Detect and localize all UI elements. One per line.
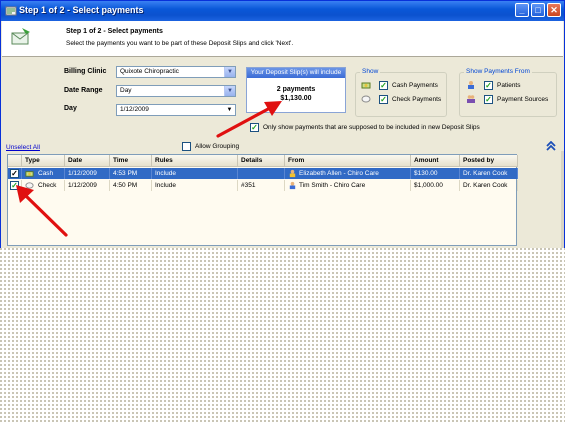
column-header-details[interactable]: Details <box>238 155 285 167</box>
show-group-title: Show <box>360 68 381 75</box>
only-show-new-label: Only show payments that are supposed to … <box>263 124 480 131</box>
day-value: 1/12/2009 <box>120 106 149 113</box>
row-amount: $1,000.00 <box>411 180 460 191</box>
column-header-time[interactable]: Time <box>110 155 152 167</box>
payment-source-icon <box>467 95 475 103</box>
row-time: 4:53 PM <box>110 168 152 179</box>
column-header-posted-by[interactable]: Posted by <box>460 155 518 167</box>
column-header-type[interactable]: Type <box>22 155 65 167</box>
payment-count: 2 payments <box>276 86 316 93</box>
envelope-icon <box>11 28 30 45</box>
patient-icon <box>468 81 474 89</box>
patients-checkbox[interactable]: ✓ <box>484 81 493 90</box>
row-from: Elizabeth Allen - Chiro Care <box>299 170 379 177</box>
column-header-rules[interactable]: Rules <box>152 155 238 167</box>
row-details: #351 <box>238 180 285 191</box>
annotation-arrow-checkbox <box>16 185 68 237</box>
row-rules: Include <box>152 180 238 191</box>
date-range-label: Date Range <box>64 87 103 94</box>
title-bar[interactable]: Step 1 of 2 - Select payments _ □ ✕ <box>1 1 564 21</box>
day-label: Day <box>64 105 77 112</box>
step-instructions: Select the payments you want to be part … <box>66 40 294 47</box>
date-range-value: Day <box>120 87 132 94</box>
close-button[interactable]: ✕ <box>547 3 561 17</box>
cash-icon <box>361 82 371 89</box>
cash-payments-label: Cash Payments <box>392 82 438 89</box>
row-select-checkbox[interactable]: ✓ <box>10 169 19 178</box>
payments-grid: Type Date Time Rules Details From Amount… <box>7 154 518 246</box>
deposit-slip-header: Your Deposit Slip(s) will include <box>247 68 345 78</box>
window-title: Step 1 of 2 - Select payments <box>19 5 144 15</box>
right-edge-strip <box>561 151 564 249</box>
show-from-group-title: Show Payments From <box>464 68 532 75</box>
check-payments-label: Check Payments <box>392 96 442 103</box>
row-amount: $130.00 <box>411 168 460 179</box>
allow-grouping-label: Allow Grouping <box>195 143 240 150</box>
patient-icon <box>289 181 296 190</box>
row-time: 4:50 PM <box>110 180 152 191</box>
chevron-down-icon[interactable]: ▼ <box>224 67 235 77</box>
row-date: 1/12/2009 <box>65 168 110 179</box>
patients-label: Patients <box>497 82 521 89</box>
table-row[interactable]: ✓ Cash 1/12/2009 4:53 PM Include Elizabe… <box>8 168 518 179</box>
unselect-all-link[interactable]: Unselect All <box>6 144 40 151</box>
minimize-button[interactable]: _ <box>515 3 529 17</box>
payment-sources-label: Payment Sources <box>497 96 549 103</box>
check-payments-checkbox[interactable]: ✓ <box>379 95 388 104</box>
row-posted-by: Dr. Karen Cook <box>460 168 518 179</box>
payment-sources-checkbox[interactable]: ✓ <box>484 95 493 104</box>
collapse-up-icon[interactable] <box>546 141 556 151</box>
chevron-down-icon[interactable]: ▼ <box>224 86 235 96</box>
column-header-from[interactable]: From <box>285 155 411 167</box>
row-from: Tim Smith - Chiro Care <box>299 182 366 189</box>
table-row[interactable]: ✓ Check 1/12/2009 4:50 PM Include #351 T… <box>8 180 518 191</box>
wizard-header: Step 1 of 2 - Select payments Select the… <box>2 21 563 57</box>
patient-icon <box>289 169 296 178</box>
column-header-date[interactable]: Date <box>65 155 110 167</box>
cash-icon <box>25 171 34 177</box>
billing-clinic-value: Quixote Chiropractic <box>120 68 179 75</box>
row-type: Cash <box>38 170 54 177</box>
allow-grouping-checkbox[interactable] <box>182 142 191 151</box>
billing-clinic-label: Billing Clinic <box>64 68 107 75</box>
check-icon <box>361 95 371 103</box>
torn-edge-overlay <box>0 248 565 422</box>
row-posted-by: Dr. Karen Cook <box>460 180 518 191</box>
column-header-amount[interactable]: Amount <box>411 155 460 167</box>
annotation-arrow-summary <box>216 101 282 138</box>
row-rules: Include <box>152 168 238 179</box>
billing-clinic-select[interactable]: Quixote Chiropractic ▼ <box>116 66 236 78</box>
row-details <box>238 168 285 179</box>
column-header-select[interactable] <box>8 155 22 167</box>
cash-payments-checkbox[interactable]: ✓ <box>379 81 388 90</box>
step-title: Step 1 of 2 - Select payments <box>66 28 163 35</box>
maximize-button[interactable]: □ <box>531 3 545 17</box>
window-icon <box>5 6 17 16</box>
